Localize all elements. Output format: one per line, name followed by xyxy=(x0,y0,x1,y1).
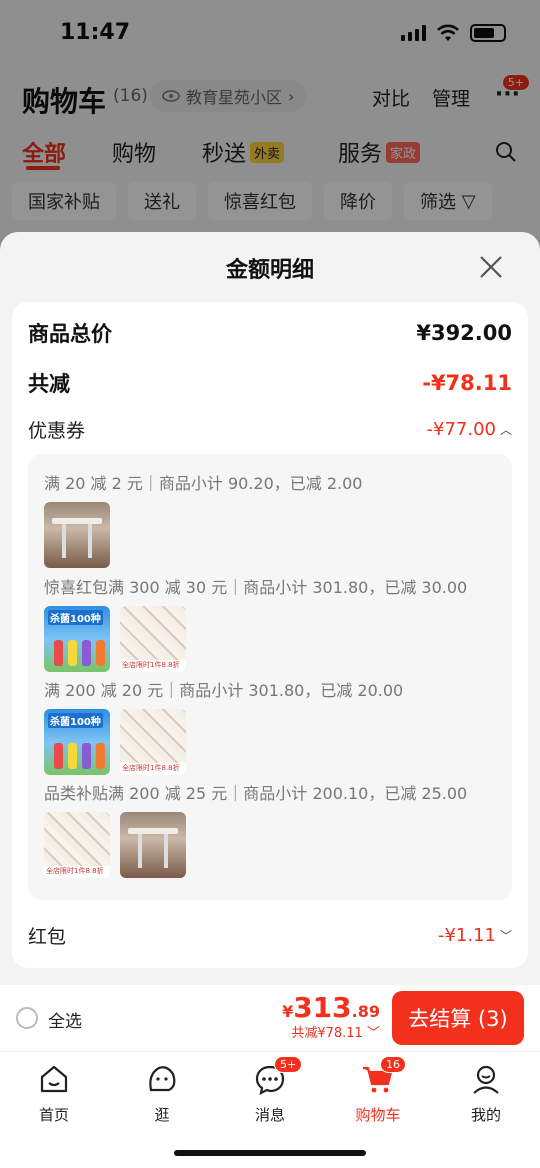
coupon-row[interactable]: 优惠券 -¥77.00 ︿ xyxy=(28,416,512,443)
total-price-label: 商品总价 xyxy=(28,322,112,346)
amount-detail-card: 商品总价 ¥392.00 共减 -¥78.11 优惠券 -¥77.00 ︿ 满 2… xyxy=(12,302,528,968)
currency-symbol: ¥ xyxy=(282,1002,294,1021)
checkout-button[interactable]: 去结算 (3) xyxy=(392,991,524,1045)
tabbar-home[interactable]: 首页 xyxy=(14,1062,94,1125)
product-thumb-caption: 杀菌100种 xyxy=(48,713,103,728)
product-thumb-cleaner[interactable]: 杀菌100种 xyxy=(44,709,110,775)
product-thumb-quilt[interactable]: 全店限时1件8.8折 xyxy=(120,709,186,775)
chevron-up-icon: ︿ xyxy=(499,423,512,437)
coupon-rule: 惊喜红包满 300 减 30 元｜商品小计 301.80，已减 30.00 xyxy=(44,578,468,597)
product-thumb-cleaner[interactable]: 杀菌100种 xyxy=(44,606,110,672)
product-thumb-caption: 全店限时1件8.8折 xyxy=(44,866,110,878)
amount-detail-sheet: 金额明细 商品总价 ¥392.00 共减 -¥78.11 优惠券 -¥77.00… xyxy=(0,232,540,992)
product-thumb-caption: 全店限时1件8.8折 xyxy=(120,660,186,672)
messages-badge: 5+ xyxy=(274,1056,303,1073)
tabbar-profile[interactable]: 我的 xyxy=(446,1062,526,1125)
amount-integer: 313 xyxy=(293,991,352,1024)
home-icon xyxy=(40,1065,68,1093)
product-thumb-quilt[interactable]: 全店限时1件8.8折 xyxy=(120,606,186,672)
total-price-row: 商品总价 ¥392.00 xyxy=(28,318,512,348)
coupon-rule: 品类补贴满 200 减 25 元｜商品小计 200.10，已减 25.00 xyxy=(44,784,468,803)
home-indicator xyxy=(174,1150,366,1156)
coupon-products: 杀菌100种 全店限时1件8.8折 xyxy=(44,709,186,775)
coupon-rule: 满 200 减 20 元｜商品小计 301.80，已减 20.00 xyxy=(44,681,404,700)
product-thumb-desk[interactable] xyxy=(120,812,186,878)
chevron-down-icon: ﹀ xyxy=(366,1026,380,1041)
product-thumb-caption: 杀菌100种 xyxy=(48,610,103,625)
coupon-label: 优惠券 xyxy=(28,420,86,442)
coupon-products xyxy=(44,502,110,568)
checkout-bar: 全选 ¥313.89 共减¥78.11 ﹀ 去结算 (3) xyxy=(0,985,540,1051)
chevron-down-icon: ﹀ xyxy=(499,929,512,943)
discount-row: 共减 -¥78.11 xyxy=(28,368,512,398)
product-thumb-desk[interactable] xyxy=(44,502,110,568)
coupon-breakdown: 满 20 减 2 元｜商品小计 90.20，已减 2.00 惊喜红包满 300 … xyxy=(28,454,512,900)
discount-value: -¥78.11 xyxy=(422,371,512,395)
total-amount: ¥313.89 共减¥78.11 ﹀ xyxy=(282,991,380,1041)
select-all-radio[interactable] xyxy=(16,1007,38,1029)
sheet-title: 金额明细 xyxy=(225,258,314,283)
select-all-label[interactable]: 全选 xyxy=(48,1007,82,1032)
browse-icon xyxy=(149,1066,176,1092)
product-thumb-quilt[interactable]: 全店限时1件8.8折 xyxy=(44,812,110,878)
redpacket-value: -¥1.11 xyxy=(437,925,496,946)
coupon-value: -¥77.00 xyxy=(426,419,496,440)
coupon-rule: 满 20 减 2 元｜商品小计 90.20，已减 2.00 xyxy=(44,474,363,493)
tabbar-browse[interactable]: 逛 xyxy=(122,1062,202,1125)
coupon-products: 全店限时1件8.8折 xyxy=(44,812,186,878)
discount-label: 共减 xyxy=(28,372,70,396)
close-icon[interactable] xyxy=(478,254,504,280)
amount-decimal: .89 xyxy=(351,1002,380,1021)
total-price-value: ¥392.00 xyxy=(416,321,512,345)
saved-amount[interactable]: 共减¥78.11 ﹀ xyxy=(282,1022,380,1041)
redpacket-row[interactable]: 红包 -¥1.11 ﹀ xyxy=(28,922,512,949)
product-thumb-caption: 全店限时1件8.8折 xyxy=(120,763,186,775)
coupon-products: 杀菌100种 全店限时1件8.8折 xyxy=(44,606,186,672)
cart-badge: 16 xyxy=(380,1056,406,1073)
redpacket-label: 红包 xyxy=(28,926,67,948)
profile-icon xyxy=(473,1065,499,1094)
tabbar-cart[interactable]: 购物车 xyxy=(338,1062,418,1125)
